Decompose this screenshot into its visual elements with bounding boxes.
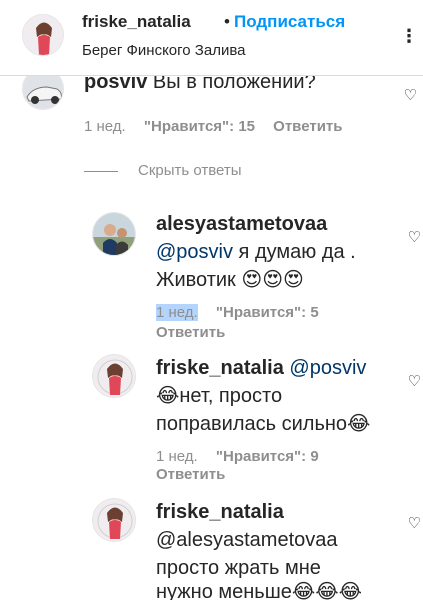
reply-likes[interactable]: "Нравится": 9	[216, 448, 319, 465]
reply-button[interactable]: Ответить	[273, 118, 342, 135]
reply-meta: 1 нед. "Нравится": 9	[156, 448, 333, 465]
post-location[interactable]: Берег Финского Залива	[82, 42, 245, 59]
reply-body-line0: friske_natalia @posviv	[156, 354, 366, 382]
reply-mention[interactable]: @posviv	[156, 241, 233, 263]
reply-time: 1 нед.	[156, 448, 198, 465]
reply-avatar[interactable]	[92, 354, 136, 398]
more-options-icon[interactable]: ⋮	[400, 26, 419, 47]
separator-dot: •	[224, 12, 230, 31]
reply-text-line2: поправилась сильно😂	[156, 413, 371, 435]
reply-text-line1: я думаю да .	[233, 241, 356, 263]
reply-avatar[interactable]	[92, 212, 136, 256]
reply-button[interactable]: Ответить	[156, 466, 225, 483]
reply-mention[interactable]: @posviv	[289, 357, 366, 379]
post-header: friske_natalia • Подписаться Берег Финск…	[0, 0, 423, 76]
profile-username[interactable]: friske_natalia	[82, 12, 191, 32]
comment-likes[interactable]: "Нравится": 15	[144, 118, 255, 135]
reply-text-line2: нужно меньше😂😂😂	[156, 581, 362, 600]
follow-button[interactable]: Подписаться	[234, 12, 345, 32]
reply-author[interactable]: friske_natalia	[156, 498, 284, 526]
comment-meta: 1 нед. "Нравится": 15 Ответить	[84, 118, 357, 135]
hide-replies-line	[84, 171, 118, 172]
like-heart-icon[interactable]: ♡	[408, 372, 421, 390]
reply-button[interactable]: Ответить	[156, 324, 225, 341]
reply-author[interactable]: alesyastametovaa	[156, 210, 327, 238]
like-heart-icon[interactable]: ♡	[404, 86, 417, 104]
profile-avatar[interactable]	[22, 14, 64, 56]
reply-author[interactable]: friske_natalia	[156, 357, 284, 379]
reply-avatar[interactable]	[92, 498, 136, 542]
reply-body-line1: @posviv я думаю да .	[156, 238, 356, 266]
like-heart-icon[interactable]: ♡	[408, 228, 421, 246]
like-heart-icon[interactable]: ♡	[408, 514, 421, 532]
reply-likes[interactable]: "Нравится": 5	[216, 304, 319, 321]
reply-mention[interactable]: @alesyastametovaa	[156, 526, 338, 554]
reply-text-line1: 😂нет, просто	[156, 385, 283, 407]
hide-replies-button[interactable]: Скрыть ответы	[138, 162, 242, 179]
comment-time: 1 нед.	[84, 118, 126, 135]
reply-time: 1 нед.	[156, 304, 198, 321]
reply-text-line2: Животик 😍😍😍	[156, 269, 304, 291]
reply-meta: 1 нед. "Нравится": 5	[156, 304, 333, 321]
